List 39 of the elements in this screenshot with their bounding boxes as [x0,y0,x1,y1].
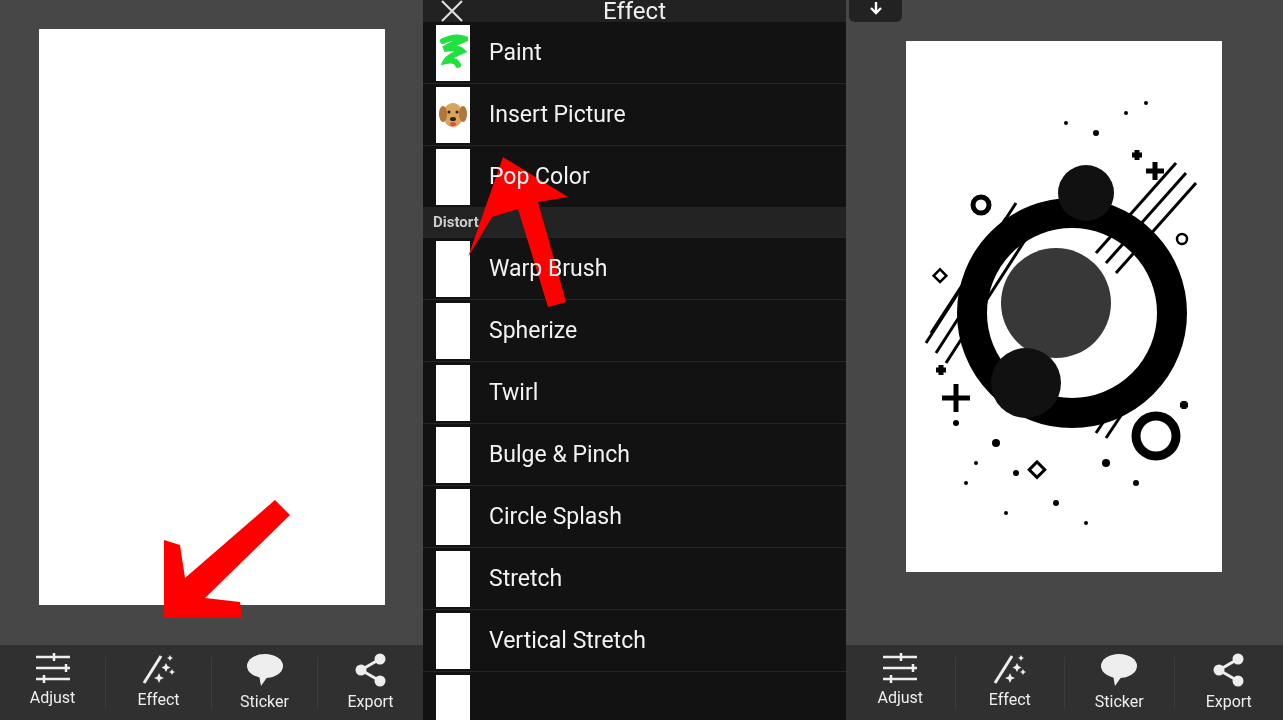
speech-bubble-icon [1100,653,1139,687]
effect-option[interactable]: Insert Picture [489,101,626,128]
download-button[interactable] [849,0,902,22]
toolbar-button[interactable]: Effect [106,645,211,720]
effect-thumbnail [436,240,470,297]
effect-option[interactable]: Circle Splash [489,503,622,530]
toolbar-button[interactable]: Adjust [846,645,955,720]
close-button[interactable] [441,0,463,22]
sliders-icon [882,653,919,683]
effect-option[interactable]: Vertical Stretch [489,627,646,654]
speech-bubble-icon [245,653,284,687]
effect-thumbnail [436,674,470,720]
effect-thumbnail [436,612,470,669]
magic-wand-icon [991,653,1028,685]
toolbar-button[interactable]: Sticker [1065,645,1174,720]
effect-option[interactable]: Bulge & Pinch [489,441,630,468]
section-header: Distort [423,207,846,237]
effect-thumbnail [436,426,470,483]
screen-title: Effect [603,0,666,25]
toolbar-button[interactable]: Effect [955,645,1064,720]
toolbar-button[interactable]: Export [318,645,423,720]
toolbar-button[interactable]: Export [1174,645,1283,720]
effect-option[interactable]: Paint [489,39,542,66]
toolbar-button[interactable]: Adjust [0,645,105,720]
effect-thumbnail [436,488,470,545]
effect-thumbnail [436,364,470,421]
effect-thumbnail [436,550,470,607]
close-icon [441,0,463,22]
toolbar-button[interactable]: Sticker [212,645,317,720]
arrow-down-icon [867,2,884,16]
effect-option[interactable]: Twirl [489,379,539,406]
share-icon [1212,653,1245,687]
effect-thumbnail [436,148,470,205]
effect-option[interactable]: Spherize [489,317,578,344]
effect-thumbnail [436,302,470,359]
sliders-icon [34,653,71,683]
share-icon [354,653,387,687]
effect-option[interactable]: Stretch [489,565,563,592]
magic-wand-icon [140,653,177,685]
